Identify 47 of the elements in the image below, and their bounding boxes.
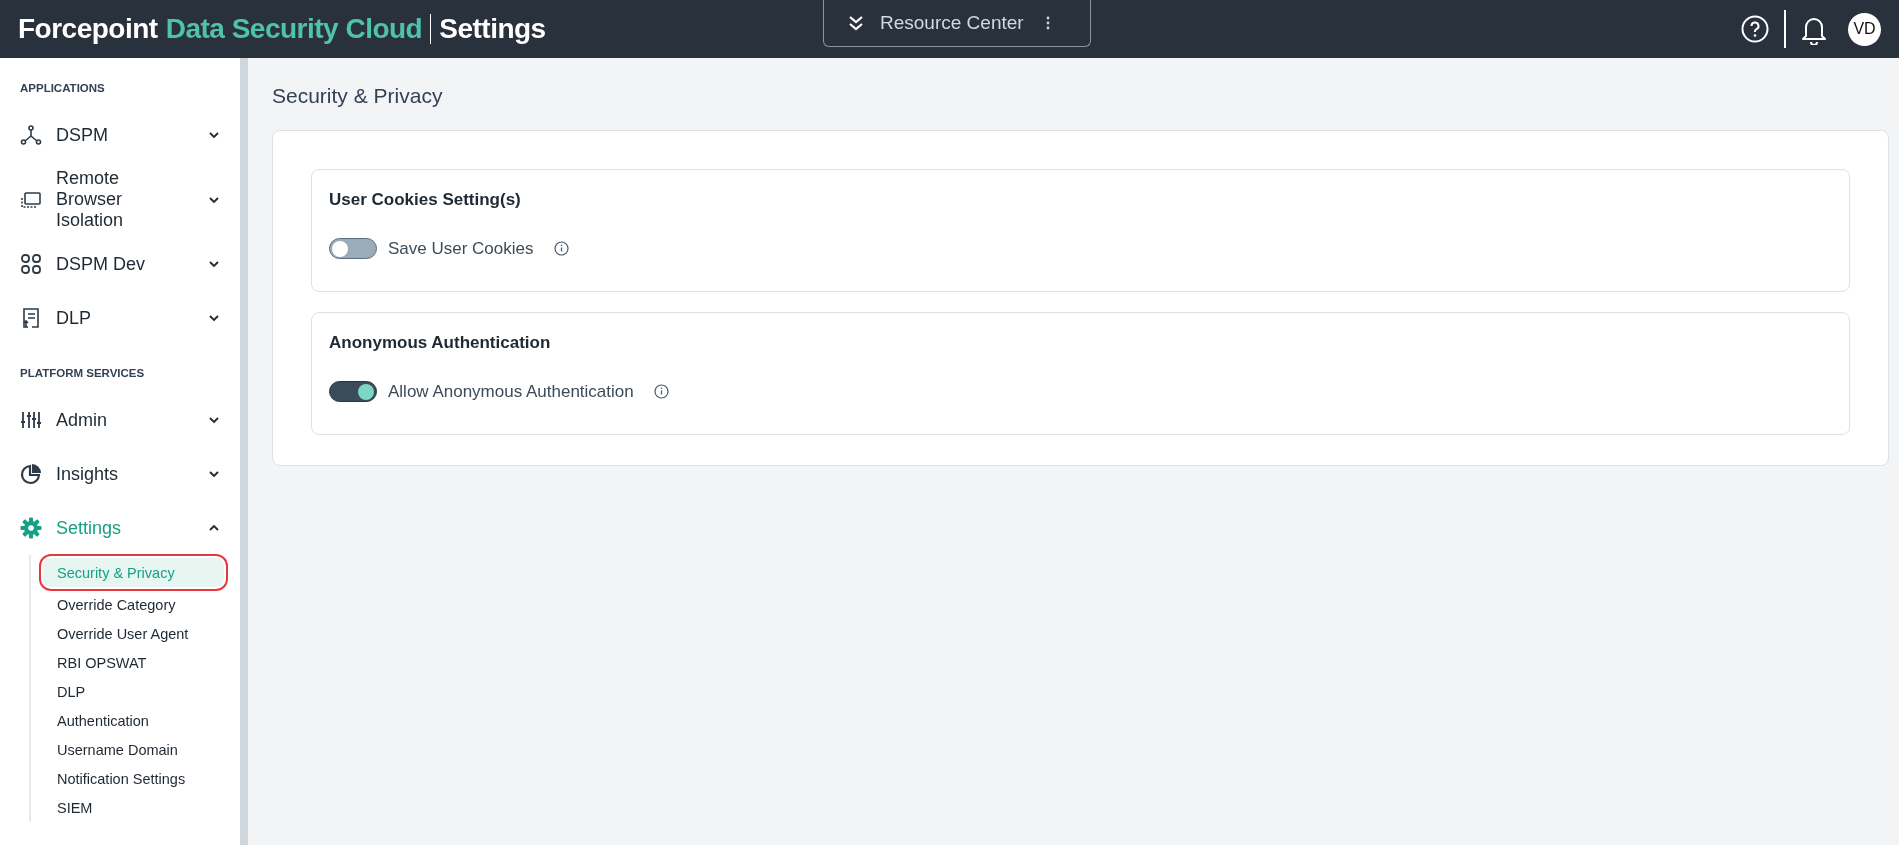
document-icon	[20, 307, 42, 329]
more-icon	[1045, 15, 1050, 31]
chevron-icon	[208, 195, 220, 204]
sidebar-item[interactable]: DSPM	[0, 108, 240, 162]
chevron-icon	[208, 524, 220, 532]
toggle-switch[interactable]	[329, 238, 377, 259]
nodes-icon	[20, 124, 42, 146]
sidebar-item[interactable]: Insights	[0, 447, 240, 501]
section-heading: APPLICATIONS	[19, 82, 106, 94]
sidebar-item[interactable]: DLP	[0, 291, 240, 345]
setting-label: Save User Cookies	[388, 238, 534, 259]
submenu-item[interactable]: Notification Settings	[43, 764, 198, 793]
chevron-icon	[208, 314, 220, 322]
help-icon[interactable]	[1740, 14, 1770, 44]
chevron-icon	[208, 470, 220, 478]
grid-icon	[20, 253, 42, 275]
setting-label: Allow Anonymous Authentication	[388, 381, 634, 402]
info-icon[interactable]	[553, 241, 569, 256]
chevron-icon	[208, 131, 220, 139]
submenu-item[interactable]: Username Domain	[43, 735, 190, 764]
info-icon[interactable]	[653, 384, 669, 399]
chevron-icon	[208, 260, 220, 268]
page-title: Security & Privacy	[272, 84, 444, 108]
sliders-icon	[20, 409, 42, 431]
sidebar-item[interactable]: Admin	[0, 393, 240, 447]
group-title: Anonymous Authentication	[329, 333, 552, 353]
product-name: Data Security Cloud	[165, 13, 423, 45]
sidebar-item[interactable]: Remote Browser Isolation	[0, 162, 240, 237]
chevron-icon	[208, 416, 220, 424]
resource-center-button[interactable]: Resource Center	[823, 0, 1091, 47]
group-title: User Cookies Setting(s)	[329, 190, 522, 210]
submenu-item[interactable]: Authentication	[43, 706, 161, 735]
submenu-item[interactable]: Override Category	[43, 590, 188, 619]
section-heading: PLATFORM SERVICES	[19, 367, 146, 379]
submenu-item[interactable]: RBI OPSWAT	[43, 648, 159, 677]
submenu-item[interactable]: DLP	[43, 677, 98, 706]
user-avatar[interactable]: VD	[1848, 12, 1881, 46]
submenu-item[interactable]: Override User Agent	[43, 619, 201, 648]
submenu-item[interactable]: SIEM	[43, 793, 105, 822]
section-title: Settings	[439, 13, 546, 45]
scrollbar[interactable]	[240, 58, 248, 845]
toggle-switch[interactable]	[329, 381, 377, 402]
sidebar-item[interactable]: DSPM Dev	[0, 237, 240, 291]
settings-icon	[20, 517, 42, 539]
double-chevron-icon	[848, 14, 864, 32]
pie-chart-icon	[20, 463, 42, 485]
brand-name: Forcepoint	[18, 13, 158, 45]
